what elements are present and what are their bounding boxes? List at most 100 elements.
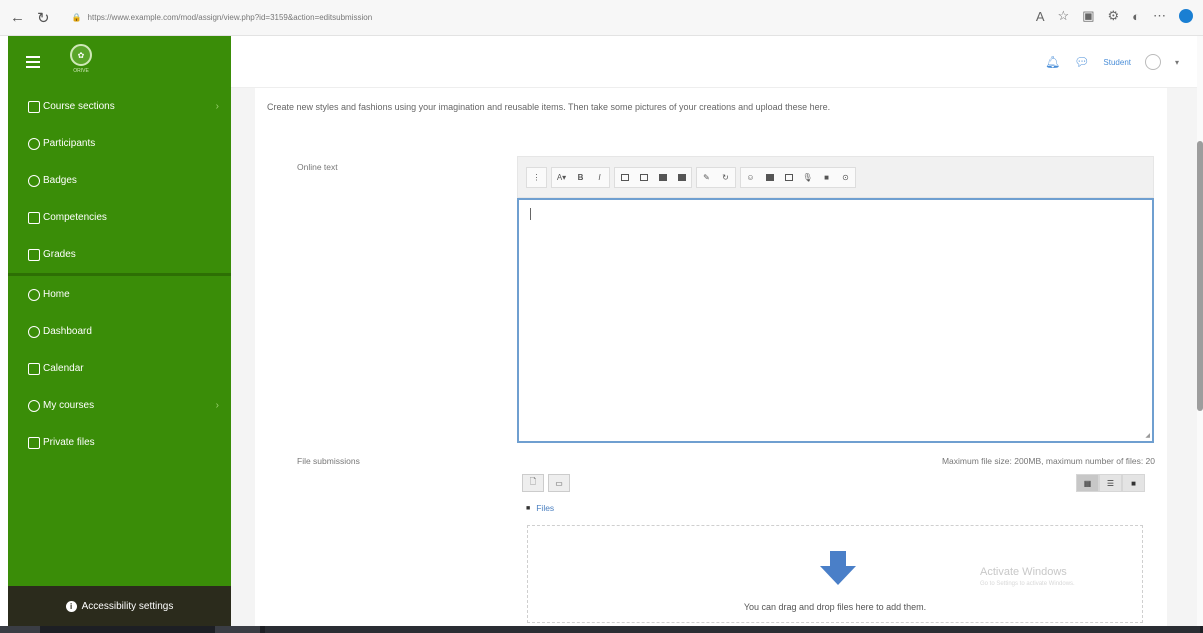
media-icon[interactable] [779, 168, 798, 187]
toolbar-group: ☺ 🎙︎ ■ ⊙ [740, 166, 856, 188]
users-icon [28, 137, 40, 150]
file-action-buttons: 🗋 ▭ [522, 474, 570, 492]
accessibility-settings-button[interactable]: i Accessibility settings [8, 586, 231, 626]
sidebar-header: ✿ ORIVE [8, 36, 231, 88]
list-view-button[interactable]: ☰ [1099, 474, 1122, 492]
record-audio-icon[interactable]: 🎙︎ [798, 168, 817, 187]
dashboard-icon [28, 325, 40, 338]
image-icon[interactable] [760, 168, 779, 187]
toolbar-group: A▾ B I [551, 166, 610, 188]
edge-icon[interactable] [1179, 9, 1193, 23]
grid-view-icon: ▦ [1083, 478, 1092, 488]
site-nav: Home Dashboard Calendar My courses › Pri… [8, 276, 231, 461]
icon-view-button[interactable]: ▦ [1076, 474, 1099, 492]
sidebar-item-competencies[interactable]: Competencies [8, 199, 231, 236]
taskbar-apps-strip[interactable] [265, 626, 1200, 633]
show-more-buttons-icon[interactable]: ⋮ [527, 168, 546, 187]
taskbar-app[interactable] [215, 626, 260, 633]
create-folder-button[interactable]: ▭ [548, 474, 570, 492]
editor-toolbar: ⋮ A▾ B I ✎ ↻ ☺ 🎙︎ ■ ⊙ [517, 156, 1154, 198]
tree-view-button[interactable]: ■ [1122, 474, 1145, 492]
link-icon[interactable]: ✎ [697, 168, 716, 187]
sidebar-item-label: Competencies [43, 212, 107, 223]
page-scrollbar[interactable] [1197, 36, 1203, 626]
address-bar[interactable]: 🔒 https://www.example.com/mod/assign/vie… [72, 8, 592, 28]
manage-files-icon[interactable]: ⊙ [836, 168, 855, 187]
taskbar-start[interactable] [0, 626, 40, 633]
site-logo[interactable]: ✿ ORIVE [66, 44, 96, 80]
collections-icon[interactable]: ▣ [1082, 8, 1094, 24]
files-link[interactable]: Files [536, 503, 554, 513]
ordered-list-icon[interactable] [634, 168, 653, 187]
sidebar-item-home[interactable]: Home [8, 276, 231, 313]
notifications-bell-icon[interactable]: 🔔︎ [1045, 55, 1060, 69]
sidebar-item-grades[interactable]: Grades [8, 236, 231, 273]
course-nav: Course sections › Participants Badges Co… [8, 88, 231, 273]
home-icon [28, 288, 40, 301]
add-file-icon: 🗋 [529, 477, 537, 486]
sidebar-item-label: Badges [43, 175, 77, 186]
add-file-button[interactable]: 🗋 [522, 474, 544, 492]
messages-icon[interactable]: 💬︎ [1074, 55, 1089, 69]
outdent-icon[interactable] [653, 168, 672, 187]
file-icon [28, 436, 40, 449]
main-region: Create new styles and fashions using you… [231, 88, 1197, 626]
sidebar-item-private-files[interactable]: Private files [8, 424, 231, 461]
paragraph-styles-icon[interactable]: A▾ [552, 168, 571, 187]
dropzone-text: You can drag and drop files here to add … [743, 602, 927, 612]
record-video-icon[interactable]: ■ [817, 168, 836, 187]
sidebar-item-badges[interactable]: Badges [8, 162, 231, 199]
browser-actions: A ☆ ▣ ⚙ ◐ ⋯ [1036, 8, 1193, 24]
refresh-icon[interactable]: ↻ [37, 9, 50, 27]
bold-icon[interactable]: B [571, 168, 590, 187]
resize-handle-icon[interactable]: ◢ [1145, 432, 1150, 439]
back-icon[interactable]: ← [10, 9, 25, 26]
online-text-label: Online text [297, 162, 338, 172]
favorite-icon[interactable]: ☆ [1058, 8, 1070, 24]
sidebar-item-dashboard[interactable]: Dashboard [8, 313, 231, 350]
drop-arrow-icon [820, 551, 856, 585]
toolbar-group: ✎ ↻ [696, 166, 736, 188]
toolbar-group: ⋮ [526, 166, 547, 188]
file-path-breadcrumb[interactable]: ■ Files [526, 503, 554, 513]
graduation-cap-icon [28, 399, 40, 412]
user-tools: 🔔︎ 💬︎ Student ▾ [1045, 54, 1179, 70]
hamburger-menu-icon[interactable] [26, 56, 40, 68]
sidebar: ✿ ORIVE Course sections › Participants B… [8, 36, 231, 626]
sidebar-item-label: Course sections [43, 101, 115, 112]
calendar-icon [28, 362, 40, 375]
scrollbar-thumb[interactable] [1197, 141, 1203, 411]
read-aloud-icon[interactable]: A [1036, 9, 1045, 24]
accessibility-icon: i [65, 600, 77, 612]
user-name[interactable]: Student [1103, 58, 1131, 67]
unordered-list-icon[interactable] [615, 168, 634, 187]
emoji-icon[interactable]: ☺ [741, 168, 760, 187]
profile-icon[interactable]: ◐ [1132, 9, 1140, 24]
os-taskbar [0, 626, 1203, 633]
online-text-input[interactable]: ◢ [517, 198, 1154, 443]
logo-caption: ORIVE [73, 68, 89, 74]
accessibility-label: Accessibility settings [81, 600, 174, 612]
badge-icon [28, 174, 40, 187]
view-toggle: ▦ ☰ ■ [1076, 474, 1145, 492]
create-folder-icon: ▭ [555, 478, 563, 488]
submission-form: Create new styles and fashions using you… [255, 88, 1167, 626]
unlink-icon[interactable]: ↻ [716, 168, 735, 187]
sidebar-item-calendar[interactable]: Calendar [8, 350, 231, 387]
sidebar-item-my-courses[interactable]: My courses › [8, 387, 231, 424]
sidebar-item-participants[interactable]: Participants [8, 125, 231, 162]
extensions-icon[interactable]: ⚙ [1107, 8, 1119, 24]
watermark-title: Activate Windows [980, 566, 1067, 578]
online-text-editor: ⋮ A▾ B I ✎ ↻ ☺ 🎙︎ ■ ⊙ ◢ [517, 156, 1154, 443]
lock-icon: 🔒 [71, 13, 82, 22]
italic-icon[interactable]: I [590, 168, 609, 187]
indent-icon[interactable] [672, 168, 691, 187]
chevron-down-icon[interactable]: ▾ [1175, 58, 1179, 67]
sidebar-item-course-sections[interactable]: Course sections › [8, 88, 231, 125]
star-icon [28, 211, 40, 224]
menu-dots-icon[interactable]: ⋯ [1153, 8, 1166, 24]
folder-view-icon: ■ [1131, 478, 1136, 488]
grid-icon [28, 248, 40, 261]
avatar[interactable] [1144, 54, 1161, 70]
logo-seal-icon: ✿ [70, 44, 92, 66]
